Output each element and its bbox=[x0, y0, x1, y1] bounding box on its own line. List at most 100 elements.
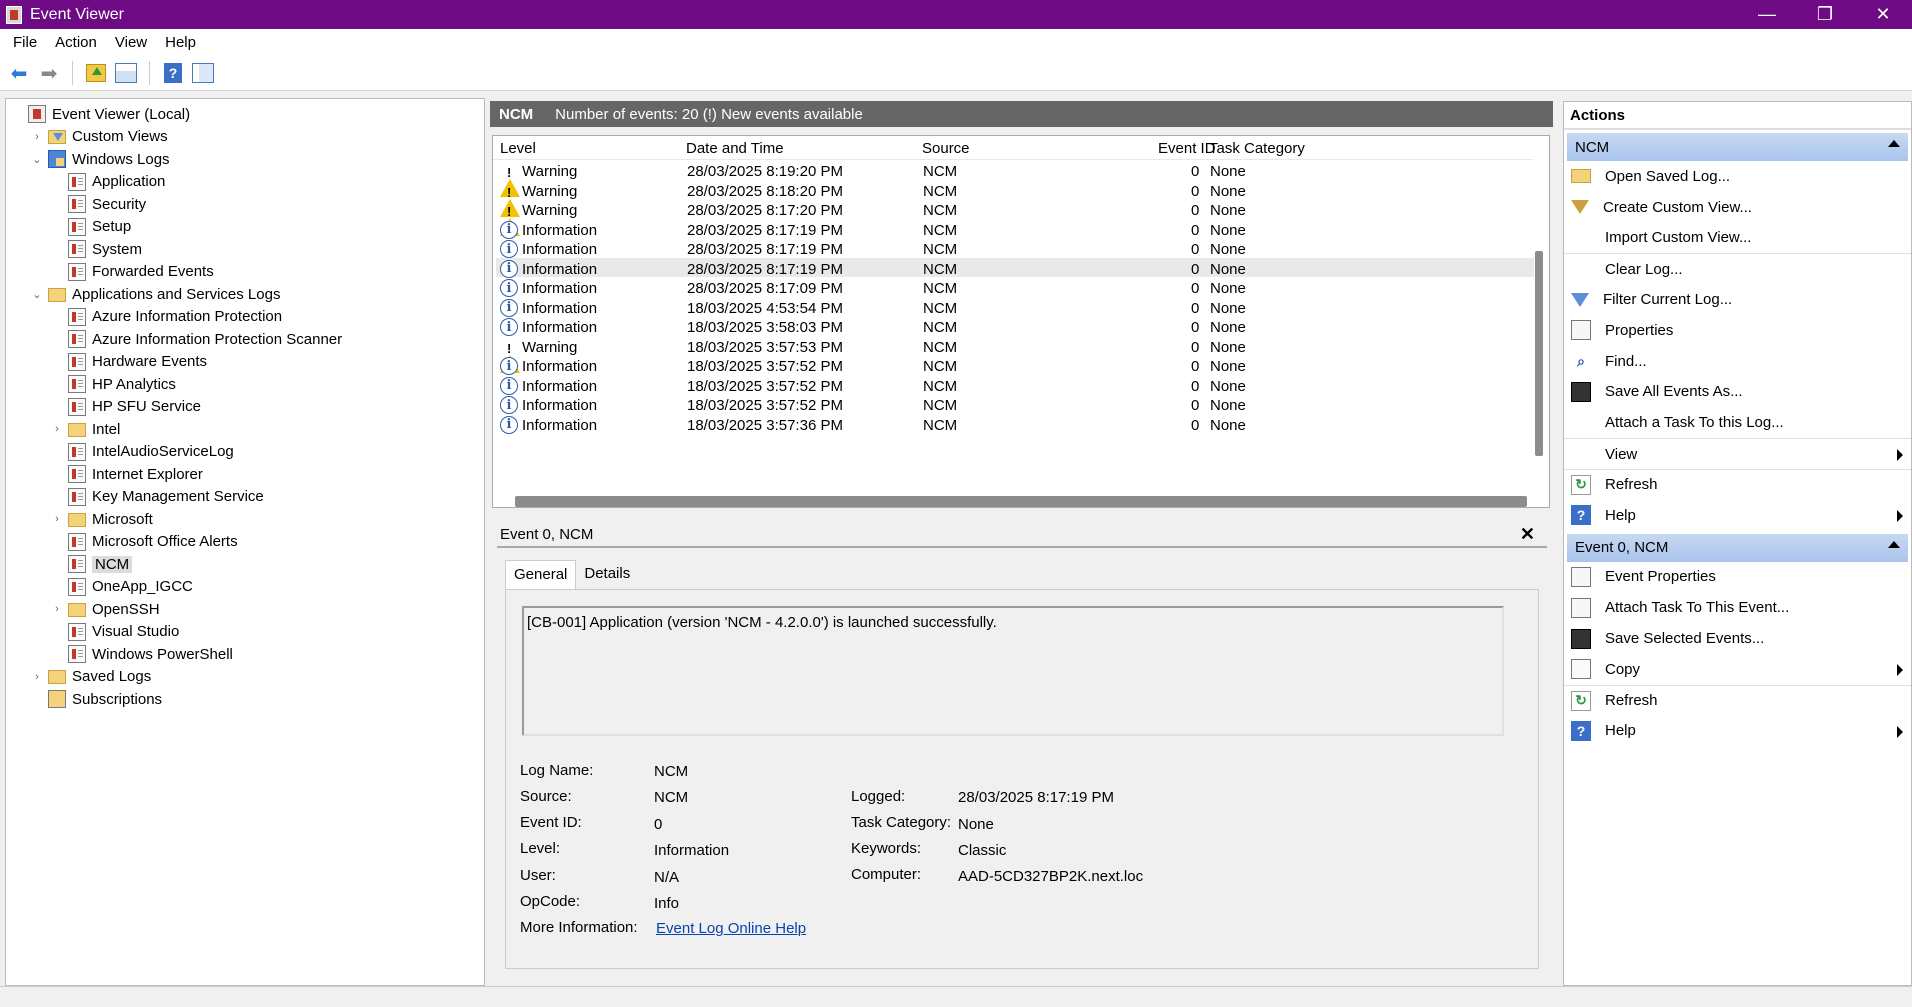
column-date-time[interactable]: Date and Time bbox=[686, 140, 784, 157]
tab-general[interactable]: General bbox=[505, 560, 577, 590]
restore-button[interactable]: ❐ bbox=[1796, 0, 1854, 29]
event-row[interactable]: i Information 18/03/2025 3:57:52 PM NCM 0 Non… bbox=[496, 355, 1534, 375]
tree-node[interactable]: › Intel bbox=[6, 418, 484, 441]
event-row[interactable]: Warning 28/03/2025 8:19:20 PM NCM 0 None bbox=[496, 160, 1534, 197]
action-item[interactable]: View bbox=[1564, 438, 1911, 469]
action-item[interactable]: Attach Task To This Event... bbox=[1564, 592, 1911, 623]
action-item[interactable]: Filter Current Log... bbox=[1564, 284, 1911, 315]
forward-arrow-icon[interactable]: ➡ bbox=[36, 60, 62, 86]
close-window-button[interactable]: ✕ bbox=[1854, 0, 1912, 29]
event-row[interactable]: i Information 18/03/2025 3:58:03 PM NCM 0 Non… bbox=[496, 316, 1534, 336]
show-action-pane-button[interactable] bbox=[190, 60, 216, 86]
back-arrow-icon[interactable]: ⬅ bbox=[6, 60, 32, 86]
tree-node[interactable]: IntelAudioServiceLog bbox=[6, 441, 484, 464]
action-item[interactable]: ↻ Refresh bbox=[1564, 684, 1911, 716]
tree-node[interactable]: ⌄ Windows Logs bbox=[6, 148, 484, 171]
action-item[interactable]: Create Custom View... bbox=[1564, 192, 1911, 223]
tree-node[interactable]: Event Viewer (Local) bbox=[6, 103, 484, 126]
tree-node[interactable]: Application bbox=[6, 171, 484, 194]
tree-node[interactable]: HP Analytics bbox=[6, 373, 484, 396]
close-detail-icon[interactable]: ✕ bbox=[1520, 524, 1535, 545]
event-row[interactable]: i Information 28/03/2025 8:17:19 PM NCM 0 Non… bbox=[496, 238, 1534, 258]
up-folder-button[interactable] bbox=[83, 60, 109, 86]
action-item[interactable]: Save All Events As... bbox=[1564, 377, 1911, 408]
column-level[interactable]: Level bbox=[500, 140, 536, 157]
tab-details[interactable]: Details bbox=[576, 560, 638, 590]
action-item[interactable]: ↻ Refresh bbox=[1564, 468, 1911, 500]
help-toolbar-button[interactable]: ? bbox=[160, 60, 186, 86]
menu-action[interactable]: Action bbox=[46, 34, 106, 51]
tree-node[interactable]: › Saved Logs bbox=[6, 666, 484, 689]
event-row[interactable]: i Information 18/03/2025 3:57:52 PM NCM 0 Non… bbox=[496, 394, 1534, 414]
menu-help[interactable]: Help bbox=[156, 34, 205, 51]
event-message-box[interactable]: [CB-001] Application (version 'NCM - 4.2… bbox=[522, 606, 1504, 736]
toolbar-separator bbox=[149, 61, 150, 85]
tree-node[interactable]: NCM bbox=[6, 553, 484, 576]
logged-label: Logged: bbox=[851, 788, 906, 805]
event-row[interactable]: i Information 18/03/2025 3:57:36 PM NCM 0 Non… bbox=[496, 414, 1534, 434]
expand-chevron-icon[interactable]: › bbox=[50, 603, 64, 615]
tree-node[interactable]: › Microsoft bbox=[6, 508, 484, 531]
tree-node[interactable]: System bbox=[6, 238, 484, 261]
tree-node[interactable]: HP SFU Service bbox=[6, 396, 484, 419]
tree-node[interactable]: OneApp_IGCC bbox=[6, 576, 484, 599]
column-event-id[interactable]: Event ID bbox=[1158, 140, 1216, 157]
action-item[interactable]: Save Selected Events... bbox=[1564, 623, 1911, 654]
event-row[interactable]: i Information 28/03/2025 8:17:19 PM NCM 0 Non… bbox=[496, 257, 1534, 278]
column-source[interactable]: Source bbox=[922, 140, 970, 157]
action-item[interactable]: ? Help bbox=[1564, 500, 1911, 531]
collapse-caret-icon[interactable] bbox=[1888, 540, 1900, 548]
tree-node[interactable]: Subscriptions bbox=[6, 688, 484, 711]
tree-node[interactable]: Azure Information Protection Scanner bbox=[6, 328, 484, 351]
event-log-online-help-link[interactable]: Event Log Online Help bbox=[656, 920, 806, 937]
expand-chevron-icon[interactable]: › bbox=[50, 423, 64, 435]
tree-node[interactable]: Setup bbox=[6, 216, 484, 239]
tree-node[interactable]: Visual Studio bbox=[6, 621, 484, 644]
action-item[interactable]: Clear Log... bbox=[1564, 253, 1911, 284]
actions-section-event[interactable]: Event 0, NCM bbox=[1567, 533, 1908, 562]
tree-node[interactable]: Azure Information Protection bbox=[6, 306, 484, 329]
event-row[interactable]: i Information 28/03/2025 8:17:19 PM NCM 0 Non… bbox=[496, 219, 1534, 239]
event-row[interactable]: i Information 28/03/2025 8:17:09 PM NCM 0 Non… bbox=[496, 277, 1534, 297]
tree-node[interactable]: Forwarded Events bbox=[6, 261, 484, 284]
action-item[interactable]: Open Saved Log... bbox=[1564, 161, 1911, 192]
event-row[interactable]: Warning 18/03/2025 3:57:53 PM NCM 0 None bbox=[496, 336, 1534, 373]
action-item[interactable]: Import Custom View... bbox=[1564, 223, 1911, 254]
actions-section-ncm[interactable]: NCM bbox=[1567, 133, 1908, 161]
events-horizontal-scrollbar[interactable] bbox=[515, 496, 1527, 507]
action-item[interactable]: ? Help bbox=[1564, 716, 1911, 747]
action-item[interactable]: Attach a Task To this Log... bbox=[1564, 407, 1911, 438]
action-item[interactable]: ⌕ Find... bbox=[1564, 346, 1911, 377]
tree-node[interactable]: › Custom Views bbox=[6, 126, 484, 149]
menu-view[interactable]: View bbox=[106, 34, 156, 51]
event-source-cell: NCM bbox=[923, 280, 958, 297]
event-row[interactable]: i Information 18/03/2025 4:53:54 PM NCM 0 Non… bbox=[496, 297, 1534, 317]
action-item[interactable]: Copy bbox=[1564, 654, 1911, 685]
event-row[interactable]: Warning 28/03/2025 8:17:20 PM NCM 0 None bbox=[496, 199, 1534, 236]
tree-node[interactable]: Key Management Service bbox=[6, 486, 484, 509]
event-row[interactable]: Warning 28/03/2025 8:18:20 PM NCM 0 None bbox=[496, 180, 1534, 217]
expand-chevron-icon[interactable]: ⌄ bbox=[30, 153, 44, 166]
column-task-category[interactable]: Task Category bbox=[1209, 140, 1305, 157]
action-item[interactable]: Properties bbox=[1564, 315, 1911, 346]
tree-node[interactable]: Windows PowerShell bbox=[6, 643, 484, 666]
info-circle-icon: i bbox=[500, 220, 518, 239]
tree-node[interactable]: Security bbox=[6, 193, 484, 216]
show-hide-tree-button[interactable] bbox=[113, 60, 139, 86]
expand-chevron-icon[interactable]: › bbox=[50, 513, 64, 525]
log-icon bbox=[68, 442, 86, 461]
event-row[interactable]: i Information 18/03/2025 3:57:52 PM NCM 0 Non… bbox=[496, 375, 1534, 395]
minimize-button[interactable]: — bbox=[1738, 0, 1796, 29]
expand-chevron-icon[interactable]: › bbox=[30, 131, 44, 143]
collapse-caret-icon[interactable] bbox=[1888, 140, 1900, 147]
expand-chevron-icon[interactable]: › bbox=[30, 671, 44, 683]
tree-node[interactable]: Microsoft Office Alerts bbox=[6, 531, 484, 554]
menu-file[interactable]: File bbox=[4, 34, 46, 51]
tree-node[interactable]: Internet Explorer bbox=[6, 463, 484, 486]
expand-chevron-icon[interactable]: ⌄ bbox=[30, 288, 44, 301]
tree-node[interactable]: Hardware Events bbox=[6, 351, 484, 374]
tree-node[interactable]: ⌄ Applications and Services Logs bbox=[6, 283, 484, 306]
action-item[interactable]: Event Properties bbox=[1564, 562, 1911, 593]
tree-node[interactable]: › OpenSSH bbox=[6, 598, 484, 621]
events-vertical-scrollbar[interactable] bbox=[1535, 251, 1543, 456]
